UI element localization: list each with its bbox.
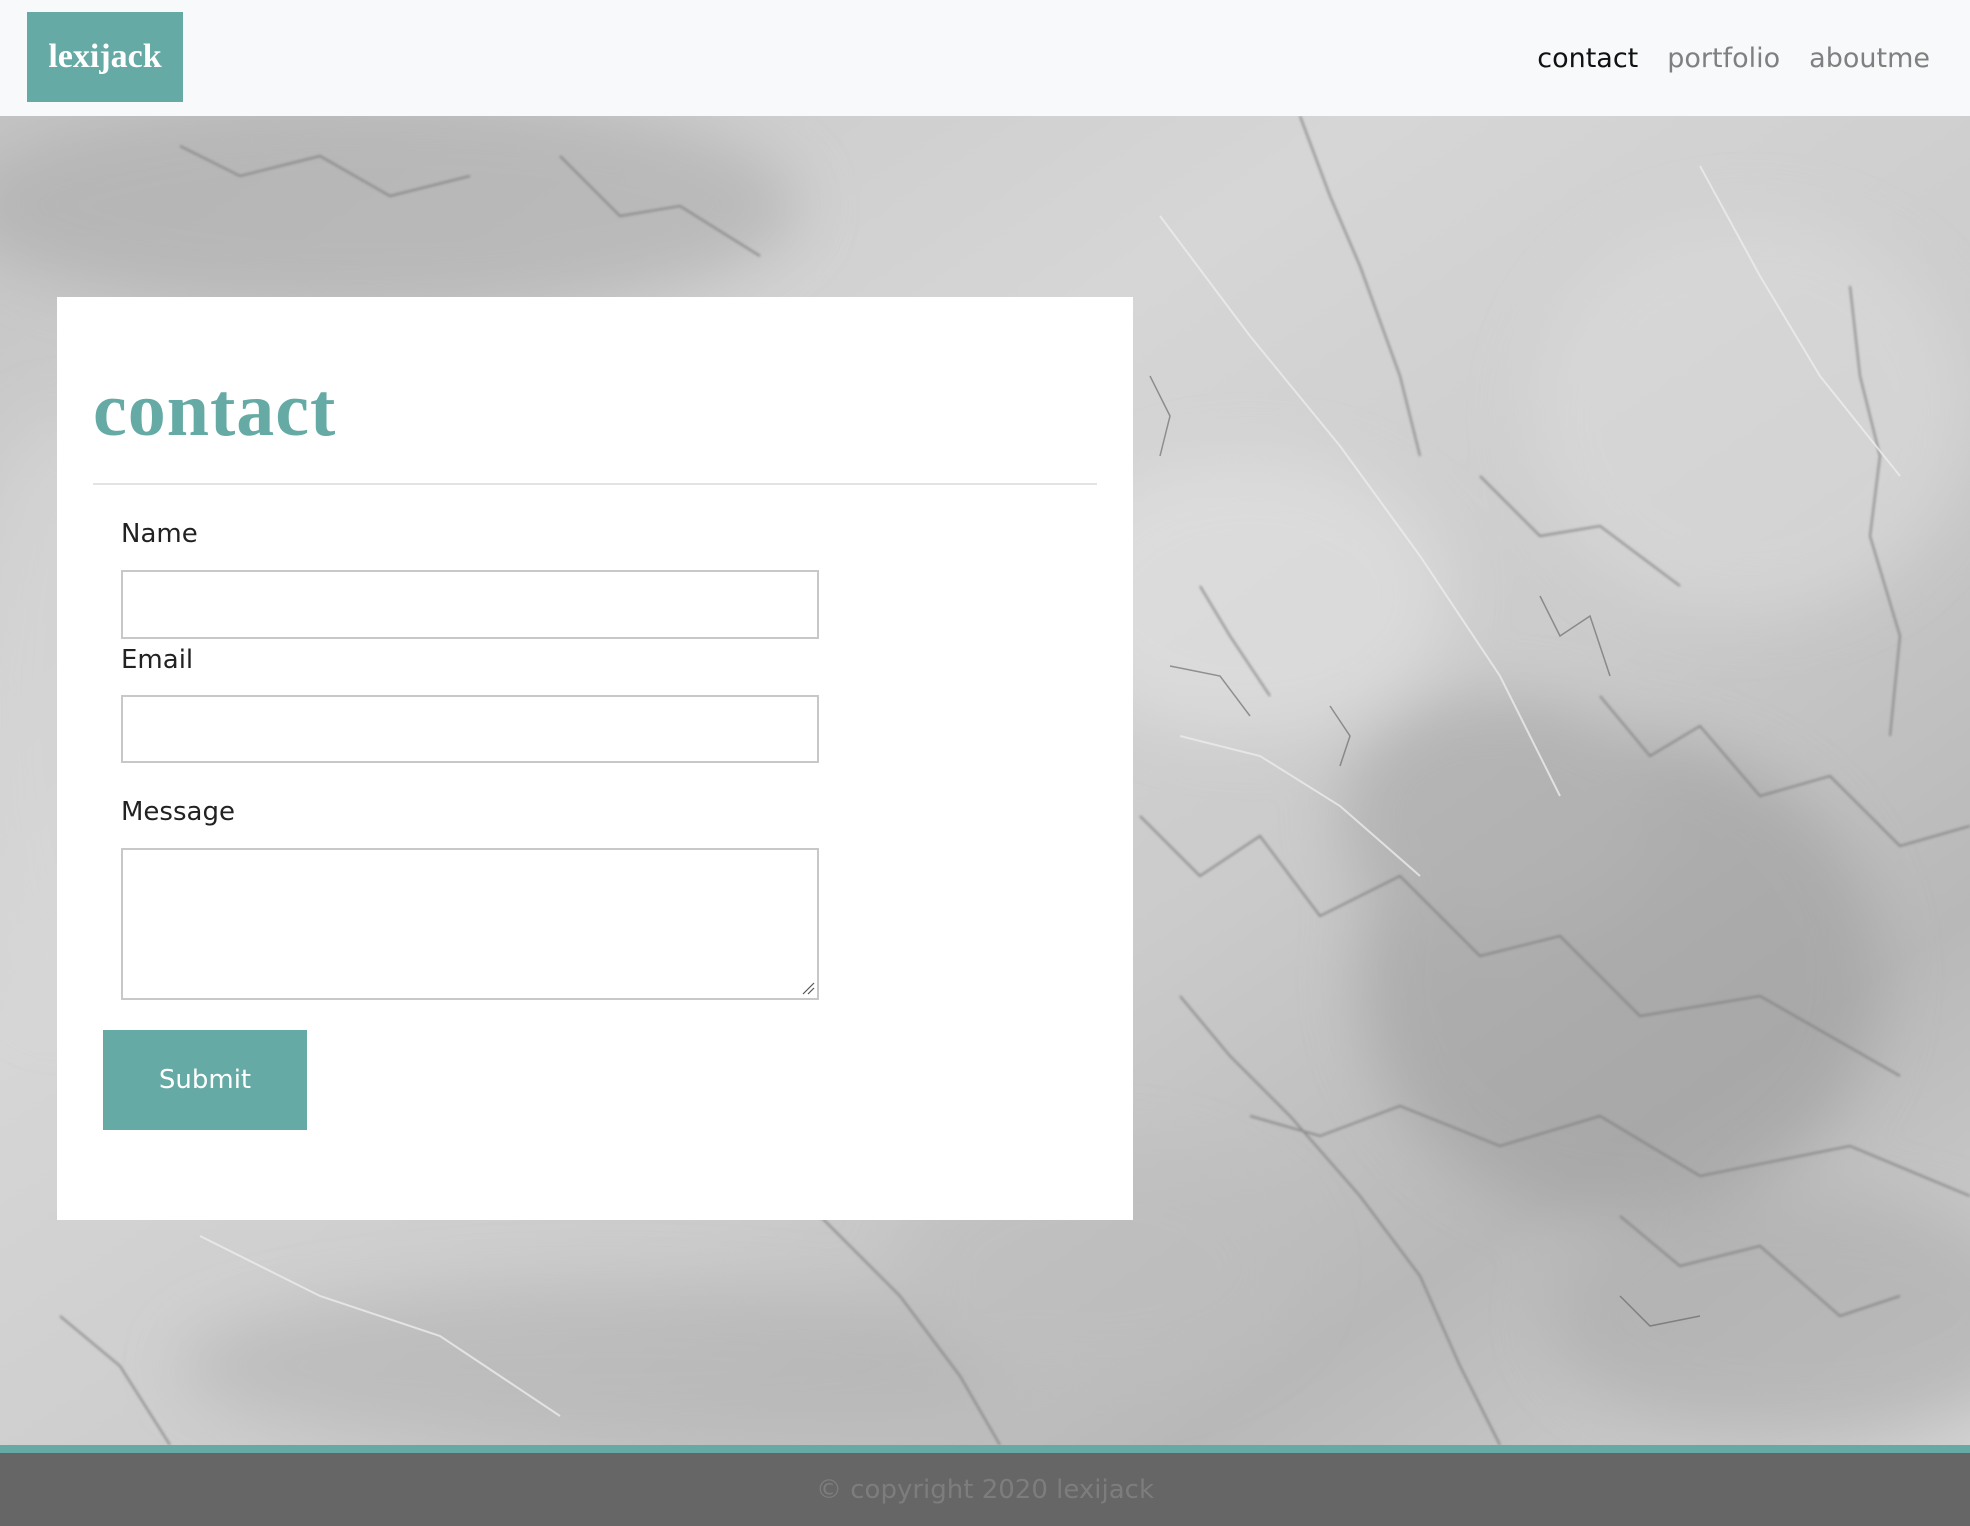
page-title: contact xyxy=(93,368,337,452)
name-label: Name xyxy=(121,519,198,549)
nav-link-contact[interactable]: contact xyxy=(1537,43,1638,74)
brand-logo[interactable]: lexijack xyxy=(27,12,183,102)
nav-link-portfolio[interactable]: portfolio xyxy=(1667,43,1780,74)
submit-button[interactable]: Submit xyxy=(103,1030,307,1130)
copyright-text: © copyright 2020 lexijack xyxy=(815,1474,1155,1505)
message-label: Message xyxy=(121,797,235,827)
message-textarea[interactable] xyxy=(121,848,819,1000)
email-input[interactable] xyxy=(121,695,819,763)
nav-link-aboutme[interactable]: aboutme xyxy=(1809,43,1930,74)
footer: © copyright 2020 lexijack xyxy=(0,1453,1970,1526)
email-label: Email xyxy=(121,645,194,675)
nav-links: contact portfolio aboutme xyxy=(1537,0,1930,116)
title-divider xyxy=(93,483,1097,485)
navbar: lexijack contact portfolio aboutme xyxy=(0,0,1970,116)
footer-accent-stripe xyxy=(0,1445,1970,1453)
resize-grip-icon[interactable] xyxy=(801,981,815,995)
contact-card: contact Name Email Message Submit xyxy=(57,297,1133,1220)
name-input[interactable] xyxy=(121,570,819,639)
